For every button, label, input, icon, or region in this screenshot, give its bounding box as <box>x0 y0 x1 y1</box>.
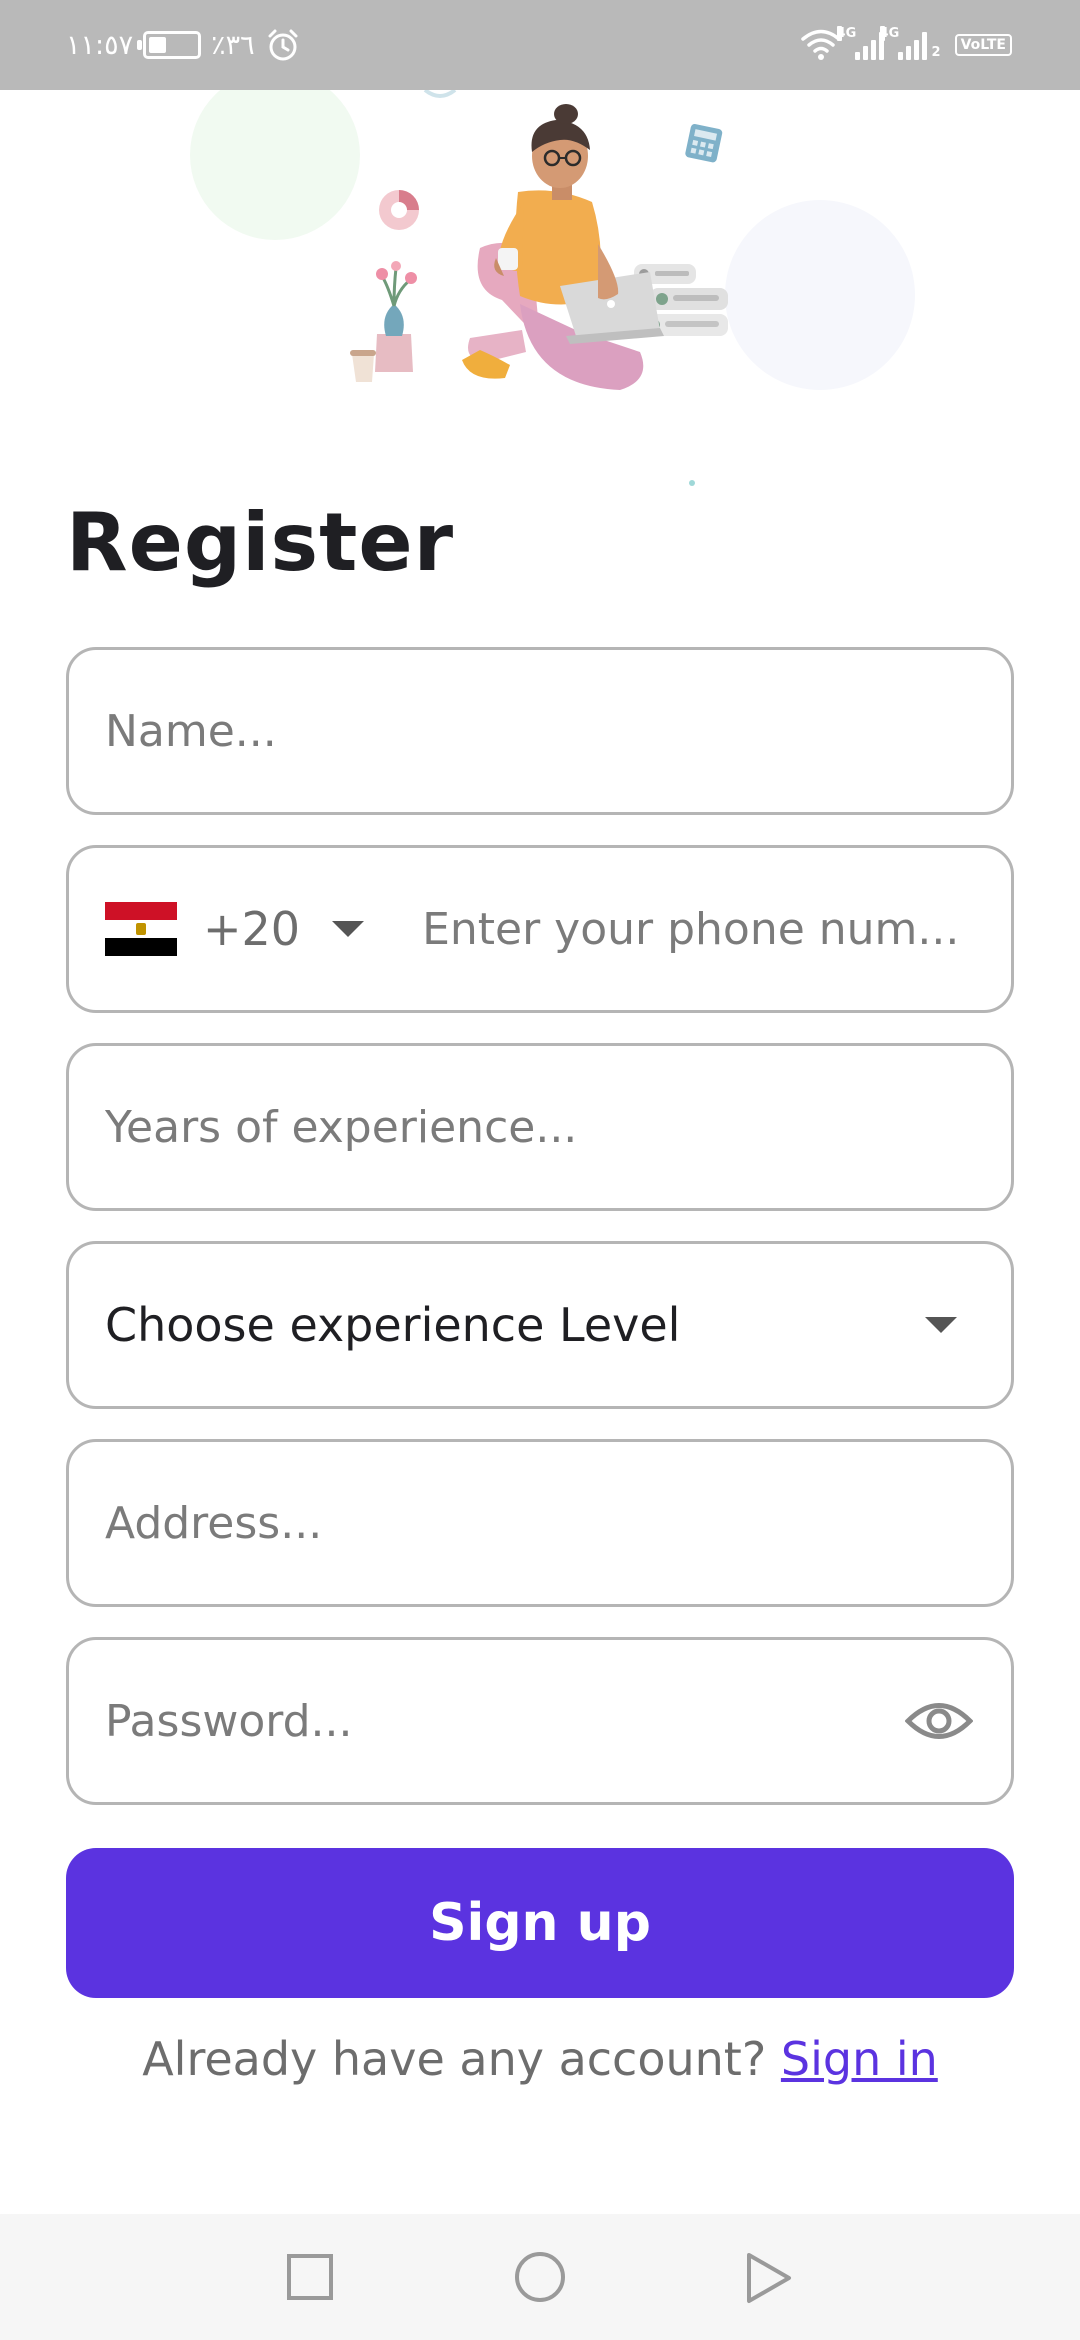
password-field[interactable]: Password... <box>66 1637 1014 1805</box>
phone-placeholder[interactable]: Enter your phone num... <box>422 904 982 955</box>
years-placeholder: Years of experience... <box>105 1101 578 1153</box>
signal-icon-2: 4G 2 <box>879 26 941 60</box>
plant-vase-decor <box>350 261 417 382</box>
experience-level-value: Choose experience Level <box>105 1298 681 1352</box>
page-title: Register <box>66 496 455 589</box>
status-time: ١١:٥٧ <box>66 29 134 61</box>
name-field[interactable]: Name... <box>66 647 1014 815</box>
chevron-down-icon <box>332 921 365 937</box>
eye-icon[interactable] <box>905 1698 973 1744</box>
battery-fill <box>149 37 167 53</box>
calculator-icon <box>685 123 723 163</box>
phone-field[interactable]: +20 Enter your phone num... <box>66 845 1014 1013</box>
status-bar: ١١:٥٧ ٪٣٦ 4G 4G 2 VoLTE <box>0 0 1080 90</box>
dial-code: +20 <box>203 902 301 956</box>
hero-illustration <box>190 90 915 486</box>
decor-arc <box>423 90 457 98</box>
decor-circle-green <box>190 90 360 240</box>
decor-dot <box>689 480 695 486</box>
status-right: 4G 4G 2 VoLTE <box>800 24 1012 66</box>
years-of-experience-field[interactable]: Years of experience... <box>66 1043 1014 1211</box>
sim-badge: 2 <box>931 45 941 60</box>
name-placeholder: Name... <box>105 705 277 757</box>
pie-chart-icon <box>379 190 419 230</box>
address-field[interactable]: Address... <box>66 1439 1014 1607</box>
system-navigation-bar <box>0 2214 1080 2340</box>
decor-circle-blue <box>725 200 915 390</box>
sign-in-prompt: Already have any account? Sign in <box>0 2032 1080 2086</box>
egypt-flag-icon <box>105 902 177 956</box>
sign-in-prompt-text: Already have any account? <box>142 2032 767 2086</box>
address-placeholder: Address... <box>105 1497 323 1549</box>
experience-level-dropdown[interactable]: Choose experience Level <box>66 1241 1014 1409</box>
chevron-down-icon <box>925 1317 957 1333</box>
password-placeholder: Password... <box>105 1695 353 1747</box>
status-left: ١١:٥٧ ٪٣٦ <box>66 24 301 66</box>
battery-percent: ٪٣٦ <box>211 29 255 61</box>
square-icon[interactable] <box>286 2253 334 2301</box>
volte-badge: VoLTE <box>954 34 1012 56</box>
person-with-laptop-illustration <box>462 104 664 390</box>
sign-in-link[interactable]: Sign in <box>781 2032 938 2086</box>
wifi-icon <box>800 29 841 60</box>
network-label-1: 4G <box>836 26 857 41</box>
country-code-selector[interactable]: +20 <box>105 902 365 956</box>
sign-up-button[interactable]: Sign up <box>66 1848 1014 1998</box>
triangle-icon[interactable] <box>745 2251 793 2305</box>
alarm-icon <box>268 29 298 61</box>
circle-icon[interactable] <box>514 2251 566 2303</box>
network-label-2: 4G <box>879 26 900 41</box>
battery-icon <box>137 31 202 59</box>
